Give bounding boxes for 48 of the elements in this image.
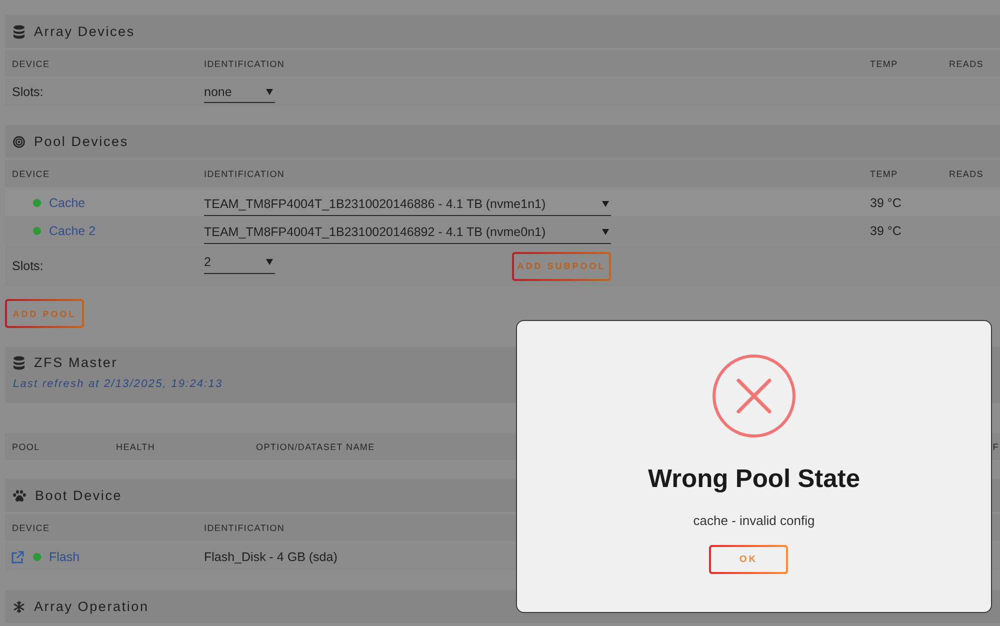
column-header: IDENTIFICATION (204, 168, 285, 178)
column-header: F (992, 442, 1000, 452)
column-header: IDENTIFICATION (204, 522, 285, 532)
column-header: DEVICE (12, 168, 50, 178)
section-title: Array Operation (34, 598, 149, 615)
database-icon (13, 24, 25, 38)
target-icon (13, 136, 25, 148)
dialog-title: Wrong Pool State (648, 464, 860, 495)
temperature-text: 39 °C (870, 196, 902, 210)
column-header: READS (949, 58, 984, 68)
temperature-text: 39 °C (870, 224, 902, 238)
error-icon (712, 354, 796, 438)
slots-label: Slots: (12, 258, 44, 272)
device-select[interactable]: TEAM_TM8FP4004T_1B2310020146892 - 4.1 TB (nvme0n1) (204, 224, 611, 244)
section-title: Boot Device (35, 487, 122, 504)
column-header: HEALTH (116, 442, 156, 452)
ok-button[interactable]: OK (709, 545, 788, 574)
paw-icon (13, 490, 26, 502)
snowflake-icon (13, 600, 25, 612)
device-select[interactable]: TEAM_TM8FP4004T_1B2310020146886 - 4.1 TB (nvme1n1) (204, 196, 611, 216)
identification-text: Flash_Disk - 4 GB (sda) (204, 550, 338, 564)
column-header: IDENTIFICATION (204, 58, 285, 68)
device-link[interactable]: Cache 2 (49, 224, 96, 238)
column-header: DEVICE (12, 58, 50, 68)
caret-down-icon (266, 259, 273, 265)
caret-down-icon (266, 88, 273, 94)
column-header: TEMP (870, 168, 898, 178)
column-header: TEMP (870, 58, 898, 68)
slots-select[interactable]: 2 (204, 254, 275, 274)
add-pool-button[interactable]: ADD POOL (5, 299, 84, 328)
section-title: Pool Devices (34, 133, 128, 150)
database-icon (13, 356, 25, 370)
device-link[interactable]: Cache (49, 196, 86, 210)
dialog-message: cache - invalid config (693, 513, 815, 529)
caret-down-icon (602, 201, 609, 207)
section-title: Array Devices (34, 23, 135, 40)
device-link[interactable]: Flash (49, 550, 80, 564)
add-subpool-button[interactable]: ADD SUBPOOL (512, 252, 611, 280)
column-header: DEVICE (12, 522, 50, 532)
external-link-icon[interactable] (11, 550, 24, 564)
caret-down-icon (602, 229, 609, 235)
column-header: POOL (12, 442, 40, 452)
column-header: OPTION/DATASET NAME (256, 442, 375, 452)
last-refresh-text: Last refresh at 2/13/2025, 19:24:13 (13, 377, 223, 391)
column-header: READS (949, 168, 984, 178)
slots-label: Slots: (12, 85, 44, 99)
section-title: ZFS Master (34, 354, 118, 371)
slots-select[interactable]: none (204, 83, 275, 103)
